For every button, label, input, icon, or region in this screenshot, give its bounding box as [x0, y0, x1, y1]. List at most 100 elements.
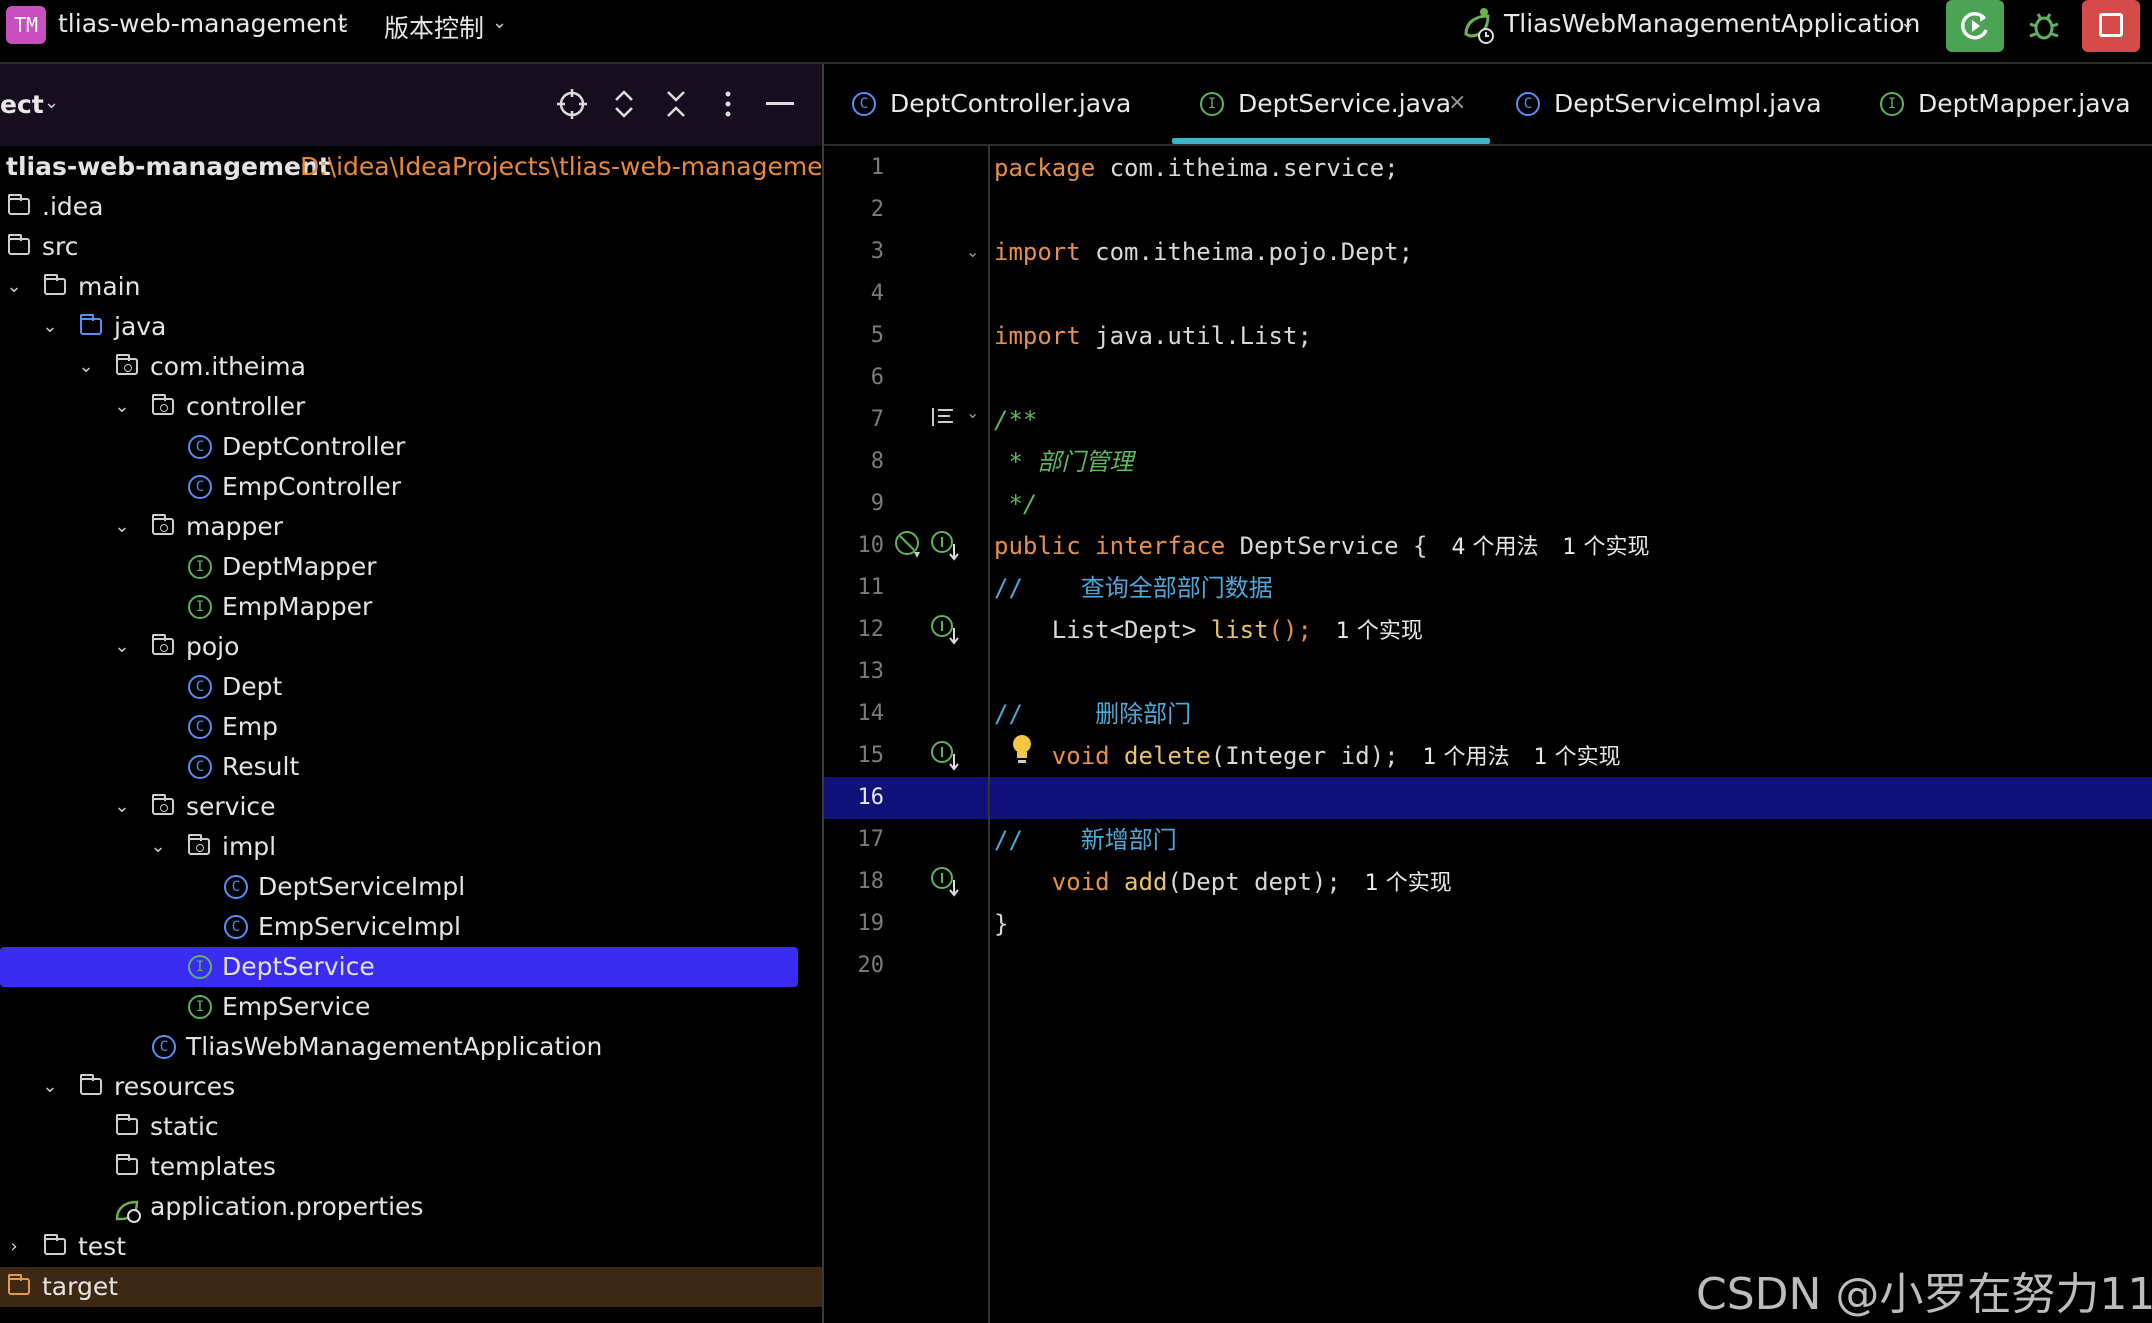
run-config-selector[interactable]: TliasWebManagementApplication [1504, 9, 1920, 38]
implementations-hint[interactable]: 1 个实现 [1562, 535, 1649, 560]
fold-chevron-icon[interactable]: ⌄ [966, 242, 979, 261]
code-keyword: package [994, 154, 1096, 182]
more-options-icon[interactable] [714, 88, 742, 120]
code-method: list [1210, 616, 1269, 644]
code-text: (Integer id); [1210, 742, 1399, 770]
tree-item-label: EmpController [222, 472, 401, 501]
project-name-menu[interactable]: tlias-web-management [58, 9, 347, 38]
spring-run-config-icon [1460, 8, 1496, 44]
tree-item-service[interactable]: ⌄ service [0, 787, 800, 827]
debug-icon[interactable] [2026, 8, 2062, 44]
chevron-down-icon[interactable]: ⌄ [336, 12, 351, 33]
line-number-current: 16 [857, 785, 885, 810]
tree-item-idea[interactable]: .idea [0, 187, 800, 227]
code-line-8: * 部门管理 [994, 448, 1134, 476]
implemented-icon[interactable] [930, 740, 962, 772]
implementations-hint[interactable]: 1 个实现 [1534, 745, 1621, 770]
project-badge[interactable]: TM [6, 6, 46, 44]
class-icon: C [224, 875, 248, 899]
tree-item-empservice[interactable]: I EmpService [0, 987, 800, 1027]
chevron-down-icon[interactable]: ⌄ [44, 92, 59, 113]
folder-icon [116, 1154, 138, 1175]
tree-item-main[interactable]: ⌄ main [0, 267, 800, 307]
class-icon: C [1516, 92, 1540, 116]
tree-item-label: DeptServiceImpl [258, 872, 466, 901]
tree-root[interactable]: tlias-web-management D:\idea\IdeaProject… [0, 147, 848, 187]
usages-hint[interactable]: 4 个用法 [1451, 535, 1538, 560]
tree-item-deptmapper[interactable]: I DeptMapper [0, 547, 800, 587]
tree-item-deptserviceimpl[interactable]: C DeptServiceImpl [0, 867, 800, 907]
code-text: com.itheima.pojo.Dept; [1080, 238, 1414, 266]
code-keyword: void [994, 868, 1125, 896]
tree-item-com-itheima[interactable]: ⌄ com.itheima [0, 347, 800, 387]
tree-item-label: Emp [222, 712, 279, 741]
tree-item-empserviceimpl[interactable]: C EmpServiceImpl [0, 907, 800, 947]
vcs-menu[interactable]: 版本控制 [384, 9, 484, 45]
package-icon [116, 354, 138, 375]
tree-item-static[interactable]: static [0, 1107, 800, 1147]
line-number: 4 [870, 281, 884, 306]
expand-all-icon[interactable] [610, 88, 638, 120]
implementations-hint[interactable]: 1 个实现 [1365, 871, 1452, 896]
chevron-down-icon[interactable]: ⌄ [1900, 12, 1915, 33]
code-line-11: // 查询全部部门数据 [994, 567, 1273, 609]
tree-item-label: java [114, 312, 167, 341]
chevron-down-icon[interactable]: ⌄ [148, 827, 168, 867]
tree-item-controller[interactable]: ⌄ controller [0, 387, 800, 427]
implemented-icon[interactable] [930, 530, 962, 562]
rerun-button[interactable] [1946, 0, 2004, 52]
line-number: 5 [870, 323, 884, 348]
tree-item-pojo[interactable]: ⌄ pojo [0, 627, 800, 667]
chevron-down-icon[interactable]: ⌄ [112, 507, 132, 547]
tree-item-java[interactable]: ⌄ java [0, 307, 800, 347]
code-comment-slash: // [994, 574, 1023, 602]
tree-item-label: static [150, 1112, 219, 1141]
spring-bean-icon[interactable] [894, 530, 924, 560]
chevron-down-icon[interactable]: ⌄ [40, 1067, 60, 1107]
tree-item-empcontroller[interactable]: C EmpController [0, 467, 800, 507]
tree-item-impl[interactable]: ⌄ impl [0, 827, 800, 867]
tree-item-application-class[interactable]: C TliasWebManagementApplication [0, 1027, 800, 1067]
implementations-hint[interactable]: 1 个实现 [1336, 619, 1423, 644]
tree-item-label: application.properties [150, 1192, 424, 1221]
implemented-icon[interactable] [930, 866, 962, 898]
tree-item-templates[interactable]: templates [0, 1147, 800, 1187]
stop-button[interactable] [2082, 0, 2140, 52]
tree-item-deptservice[interactable]: I DeptService [0, 947, 798, 987]
tree-item-mapper[interactable]: ⌄ mapper [0, 507, 800, 547]
tree-item-dept[interactable]: C Dept [0, 667, 800, 707]
chevron-down-icon[interactable]: ⌄ [76, 347, 96, 387]
tree-item-label: DeptController [222, 432, 406, 461]
tree-item-test[interactable]: › test [0, 1227, 800, 1267]
chevron-down-icon[interactable]: ⌄ [4, 267, 24, 307]
tree-item-application-properties[interactable]: application.properties [0, 1187, 800, 1227]
chevron-down-icon[interactable]: ⌄ [112, 387, 132, 427]
tree-item-target[interactable]: target [0, 1267, 822, 1307]
tree-item-empmapper[interactable]: I EmpMapper [0, 587, 800, 627]
close-tab-icon[interactable]: × [1448, 90, 1466, 115]
tree-item-label: service [186, 792, 276, 821]
chevron-down-icon[interactable]: ⌄ [492, 12, 507, 33]
usages-hint[interactable]: 1 个用法 [1423, 745, 1510, 770]
package-icon [152, 394, 174, 415]
tree-item-result[interactable]: C Result [0, 747, 800, 787]
minimize-icon[interactable] [766, 102, 794, 105]
tree-item-label: EmpService [222, 992, 371, 1021]
chevron-down-icon[interactable]: ⌄ [112, 627, 132, 667]
collapse-all-icon[interactable] [662, 88, 690, 120]
implemented-icon[interactable] [930, 614, 962, 646]
locate-icon[interactable] [556, 88, 588, 120]
interface-icon: I [188, 595, 212, 619]
tree-item-src[interactable]: src [0, 227, 800, 267]
tree-item-resources[interactable]: ⌄ resources [0, 1067, 800, 1107]
toggle-rendered-view-icon[interactable] [930, 404, 956, 430]
chevron-down-icon[interactable]: ⌄ [40, 307, 60, 347]
chevron-right-icon[interactable]: › [4, 1227, 24, 1267]
chevron-down-icon[interactable]: ⌄ [112, 787, 132, 827]
fold-chevron-icon[interactable]: ⌄ [966, 403, 979, 422]
project-panel-title[interactable]: ect [0, 90, 44, 119]
tree-item-emp[interactable]: C Emp [0, 707, 800, 747]
tree-item-label: DeptService [222, 952, 375, 981]
tree-item-deptcontroller[interactable]: C DeptController [0, 427, 800, 467]
package-icon [188, 834, 210, 855]
